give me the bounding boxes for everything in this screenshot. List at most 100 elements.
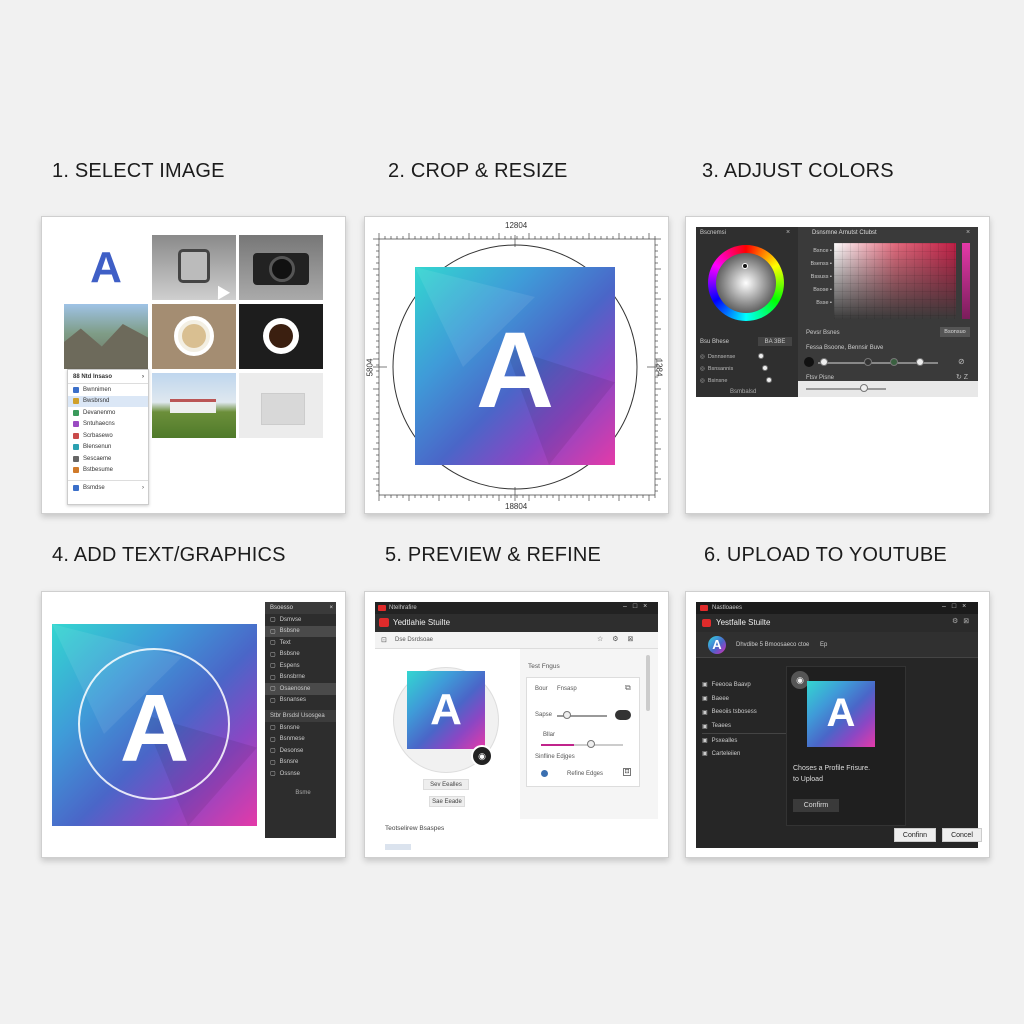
photo-thumbnail-camera[interactable] (239, 235, 323, 300)
profile-picture-preview: A (807, 681, 875, 747)
studio-menu-item[interactable]: ▣ Psxealles (702, 733, 792, 747)
bottom-thumbnail[interactable] (385, 844, 411, 850)
profile-preview: A ◉ Sev Eealles Sae Eeade (375, 649, 518, 819)
sidebar-item[interactable]: ▢ Text (265, 637, 336, 649)
close-icon[interactable]: × (786, 229, 790, 236)
sidebar-item[interactable]: ▢ Osaenosne (265, 683, 336, 695)
image-context-menu[interactable]: 88 Ntd Insaso › Bwnnimen Bwsbrsnd Devanenmo… (67, 369, 149, 505)
crop-area-image[interactable]: A (415, 267, 615, 465)
size-toggle[interactable] (615, 710, 631, 720)
filter-slider-knob[interactable] (890, 358, 898, 366)
sidebar-item[interactable]: ▢ Ossnse (265, 768, 336, 780)
adjust-row[interactable]: ◎ Bsinsne (700, 375, 794, 387)
menu-item-icon: ▣ (702, 738, 708, 745)
menu-item[interactable]: Devanenmo (68, 407, 148, 419)
bottom-slider-bar (798, 381, 978, 397)
size-slider-knob[interactable] (563, 711, 571, 719)
logo-thumbnail[interactable]: A (64, 235, 148, 300)
studio-menu-item[interactable]: ▣ Feeooa Baavp (702, 678, 792, 692)
refine-edges-checkbox[interactable]: ⊡ (623, 768, 631, 776)
top-dimension: 12804 (505, 221, 528, 230)
photo-thumbnail-espresso[interactable] (239, 304, 323, 369)
window-controls[interactable]: –□× (623, 603, 653, 610)
menu-item[interactable]: Sescaeme (68, 453, 148, 465)
sidebar-item[interactable]: ▢ Bsbsne (265, 649, 336, 661)
copy-icon[interactable]: ⧉ (625, 683, 631, 693)
confirm-button[interactable]: Confinn (894, 828, 936, 842)
preset-button[interactable]: Bsonsuo (940, 327, 970, 337)
sidebar-item[interactable]: ▢ Bsnmese (265, 734, 336, 746)
color-swatch[interactable] (804, 357, 814, 367)
header-actions[interactable]: ⚙⊠ (952, 617, 974, 625)
menu-item[interactable]: Sntuhaecns (68, 419, 148, 431)
studio-menu-item[interactable]: ▣ Beeoiis tsbosess (702, 706, 792, 720)
sidebar-item[interactable]: ▢ Espens (265, 660, 336, 672)
logo-letter: A (476, 309, 554, 430)
color-wheel[interactable] (708, 245, 784, 321)
camera-icon[interactable]: ◉ (471, 745, 493, 767)
toolbar-actions[interactable]: ☆⚙⊠ (597, 635, 642, 643)
sidebar-item[interactable]: ▢ Bsnsre (265, 757, 336, 769)
font-value[interactable]: Fnsasp (557, 686, 577, 692)
adjust-row[interactable]: ◎ Dsnnsense (700, 351, 794, 363)
studio-menu-item[interactable]: ▣ Carteleiien (702, 747, 792, 761)
studio-menu-item[interactable]: ▣ Baeee (702, 692, 792, 706)
menu-item[interactable]: Scrbasewo (68, 430, 148, 442)
color-channel-label: Bsose ▪ (813, 287, 832, 293)
sidebar-item[interactable]: ▢ Dsmvse (265, 614, 336, 626)
left-panel-button[interactable]: BA 3BE (758, 337, 792, 346)
photo-thumbnail-coffee[interactable] (152, 304, 236, 369)
tool-icon: ▢ (270, 617, 276, 624)
studio-menu-item[interactable]: ▣ Teaees (702, 719, 792, 733)
profile-action-button[interactable]: Sev Eealles (423, 779, 469, 790)
filter-slider-knob[interactable] (916, 358, 924, 366)
image-icon[interactable]: ⊡ (381, 636, 387, 644)
close-icon[interactable]: × (966, 229, 970, 236)
preset-label: Pevsr Bsnes (806, 330, 840, 336)
link-icon[interactable]: ⊘ (958, 357, 965, 366)
menu-item[interactable]: Bwnnimen (68, 384, 148, 396)
photo-thumbnail-mountains[interactable] (64, 304, 148, 369)
channel-avatar[interactable]: A (708, 636, 726, 654)
cancel-button[interactable]: Concel (942, 828, 982, 842)
adjust-knob[interactable] (758, 353, 764, 359)
blur-slider[interactable] (541, 744, 623, 746)
color-picker-handle[interactable] (742, 263, 748, 269)
channel-text: Dhvdibe 5 Bmoosaeco ctoe (736, 642, 810, 648)
blur-slider-knob[interactable] (587, 740, 595, 748)
menu-item[interactable]: Blensenun (68, 442, 148, 454)
window-title: Ntelhrafire (389, 605, 417, 611)
adjust-row[interactable]: ◎ Bsnsannis (700, 363, 794, 375)
sidebar-item[interactable]: ▢ Bsnsne (265, 722, 336, 734)
filter-slider-knob[interactable] (820, 358, 828, 366)
adjust-knob[interactable] (766, 377, 772, 383)
hue-strip[interactable] (962, 243, 970, 319)
reset-icon[interactable]: ↻ Z (956, 373, 968, 381)
window-controls[interactable]: –□× (942, 603, 972, 610)
refine-edges-toggle[interactable] (541, 770, 548, 777)
sidebar-item[interactable]: ▢ Bsnsbrne (265, 672, 336, 684)
bottom-slider[interactable] (806, 388, 886, 390)
photo-thumbnail-blank[interactable] (239, 373, 323, 438)
window-titlebar: Nastloaees –□× (696, 602, 978, 614)
photo-thumbnail-device[interactable] (152, 235, 236, 300)
sidebar-item[interactable]: ▢ Bsbsne (265, 625, 336, 637)
sidebar-item[interactable]: ▢ Desonse (265, 745, 336, 757)
folder-icon (73, 484, 79, 491)
adjust-knob[interactable] (762, 365, 768, 371)
filter-slider-knob[interactable] (864, 358, 872, 366)
canvas-image[interactable]: A (52, 624, 257, 826)
step-2-title: 2. CROP & RESIZE (388, 160, 568, 182)
menu-item[interactable]: Bwsbrsnd (68, 395, 148, 407)
bottom-slider-knob[interactable] (860, 384, 868, 392)
adjust-colors-panel: Bscnemsi × Bsu Bhese BA 3BE ◎ Dsnnsense ◎ B… (685, 216, 990, 514)
saturation-brightness-field[interactable] (834, 243, 956, 319)
scrollbar[interactable] (646, 655, 650, 711)
menu-item[interactable]: Bstbesume (68, 465, 148, 477)
profile-secondary-button[interactable]: Sae Eeade (429, 796, 465, 807)
dialog-confirm-button[interactable]: Confirm (793, 799, 839, 812)
color-channel-label: Bsenss ▪ (810, 261, 832, 267)
sidebar-item[interactable]: ▢ Bsnanses (265, 695, 336, 707)
photo-thumbnail-village[interactable] (152, 373, 236, 438)
menu-footer-item[interactable]: Bsmdse › (68, 480, 148, 494)
